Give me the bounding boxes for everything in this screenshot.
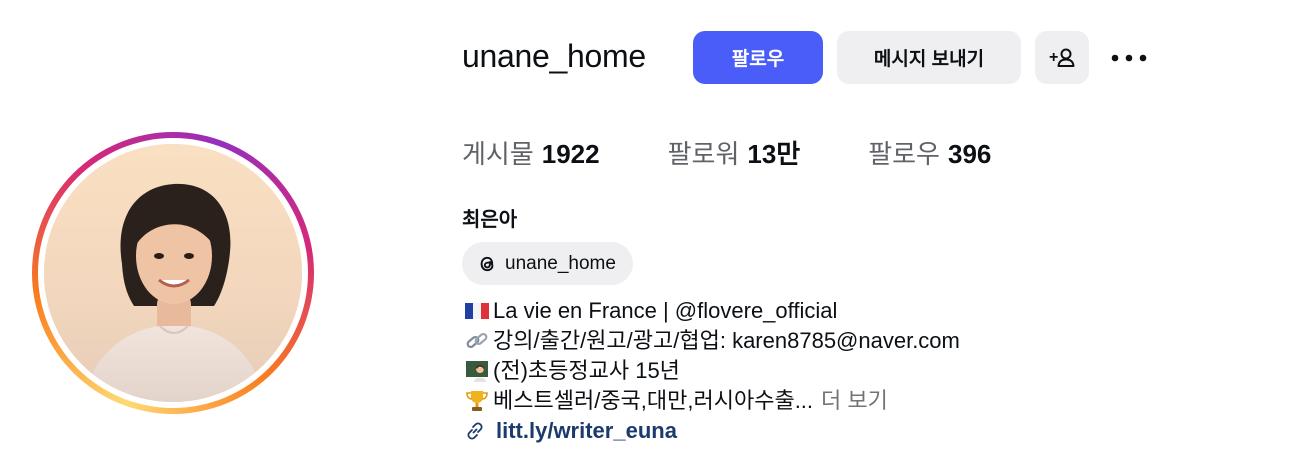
bio-text: 강의/출간/원고/광고/협업: karen8785@naver.com [493, 328, 960, 353]
bio-line: (전)초등정교사 15년 [464, 356, 960, 386]
svg-text:+: + [1049, 49, 1058, 66]
bio-text: (전)초등정교사 15년 [493, 358, 680, 383]
bio-line: 베스트셀러/중국,대만,러시아수출... 더 보기 [464, 386, 960, 416]
avatar-portrait [44, 144, 302, 402]
bio-line: 강의/출간/원고/광고/협업: karen8785@naver.com [464, 326, 960, 356]
full-name: 최은아 [462, 209, 518, 231]
bio-link-text[interactable]: litt.ly/writer_euna [496, 416, 677, 446]
link-icon [464, 420, 486, 442]
avatar[interactable] [44, 144, 302, 402]
link-emoji-icon [464, 329, 490, 353]
add-user-button[interactable]: + [1035, 31, 1089, 84]
profile-stats: 게시물 1922 팔로워 13만 팔로우 396 [462, 134, 1059, 171]
bio-line: La vie en France | @flovere_official [464, 296, 960, 326]
threads-badge[interactable]: unane_home [462, 242, 633, 285]
posts-count: 1922 [541, 139, 600, 169]
posts-stat: 게시물 1922 [462, 134, 600, 171]
add-user-icon: + [1049, 48, 1075, 67]
following-stat[interactable]: 팔로우 396 [868, 134, 991, 171]
bio-text: La vie en France | @flovere_official [493, 298, 838, 323]
following-count: 396 [947, 139, 992, 169]
followers-count: 13만 [747, 139, 801, 169]
avatar-border [38, 138, 308, 408]
avatar-story-ring[interactable] [32, 132, 314, 414]
threads-icon [476, 253, 498, 275]
followers-stat[interactable]: 팔로워 13만 [668, 134, 801, 171]
bio-link[interactable]: litt.ly/writer_euna [464, 416, 960, 446]
bio: La vie en France | @flovere_official 강의/… [464, 296, 960, 446]
username: unane_home [462, 38, 646, 74]
france-flag-icon [464, 299, 490, 323]
threads-handle: unane_home [505, 252, 616, 274]
teacher-emoji-icon [464, 359, 490, 383]
more-options-button[interactable] [1104, 31, 1154, 84]
followers-label: 팔로워 [667, 139, 740, 169]
following-label: 팔로우 [868, 139, 940, 169]
trophy-emoji-icon [464, 389, 490, 413]
bio-text: 베스트셀러/중국,대만,러시아수출... [493, 388, 814, 413]
more-options-icon [1111, 54, 1147, 61]
profile-header: unane_home 팔로우 메시지 보내기 + 게시물 1922 팔로워 13… [0, 0, 1302, 468]
follow-button[interactable]: 팔로우 [693, 31, 823, 84]
posts-label: 게시물 [462, 139, 534, 169]
more-link[interactable]: 더 보기 [821, 386, 888, 416]
message-button[interactable]: 메시지 보내기 [837, 31, 1021, 84]
